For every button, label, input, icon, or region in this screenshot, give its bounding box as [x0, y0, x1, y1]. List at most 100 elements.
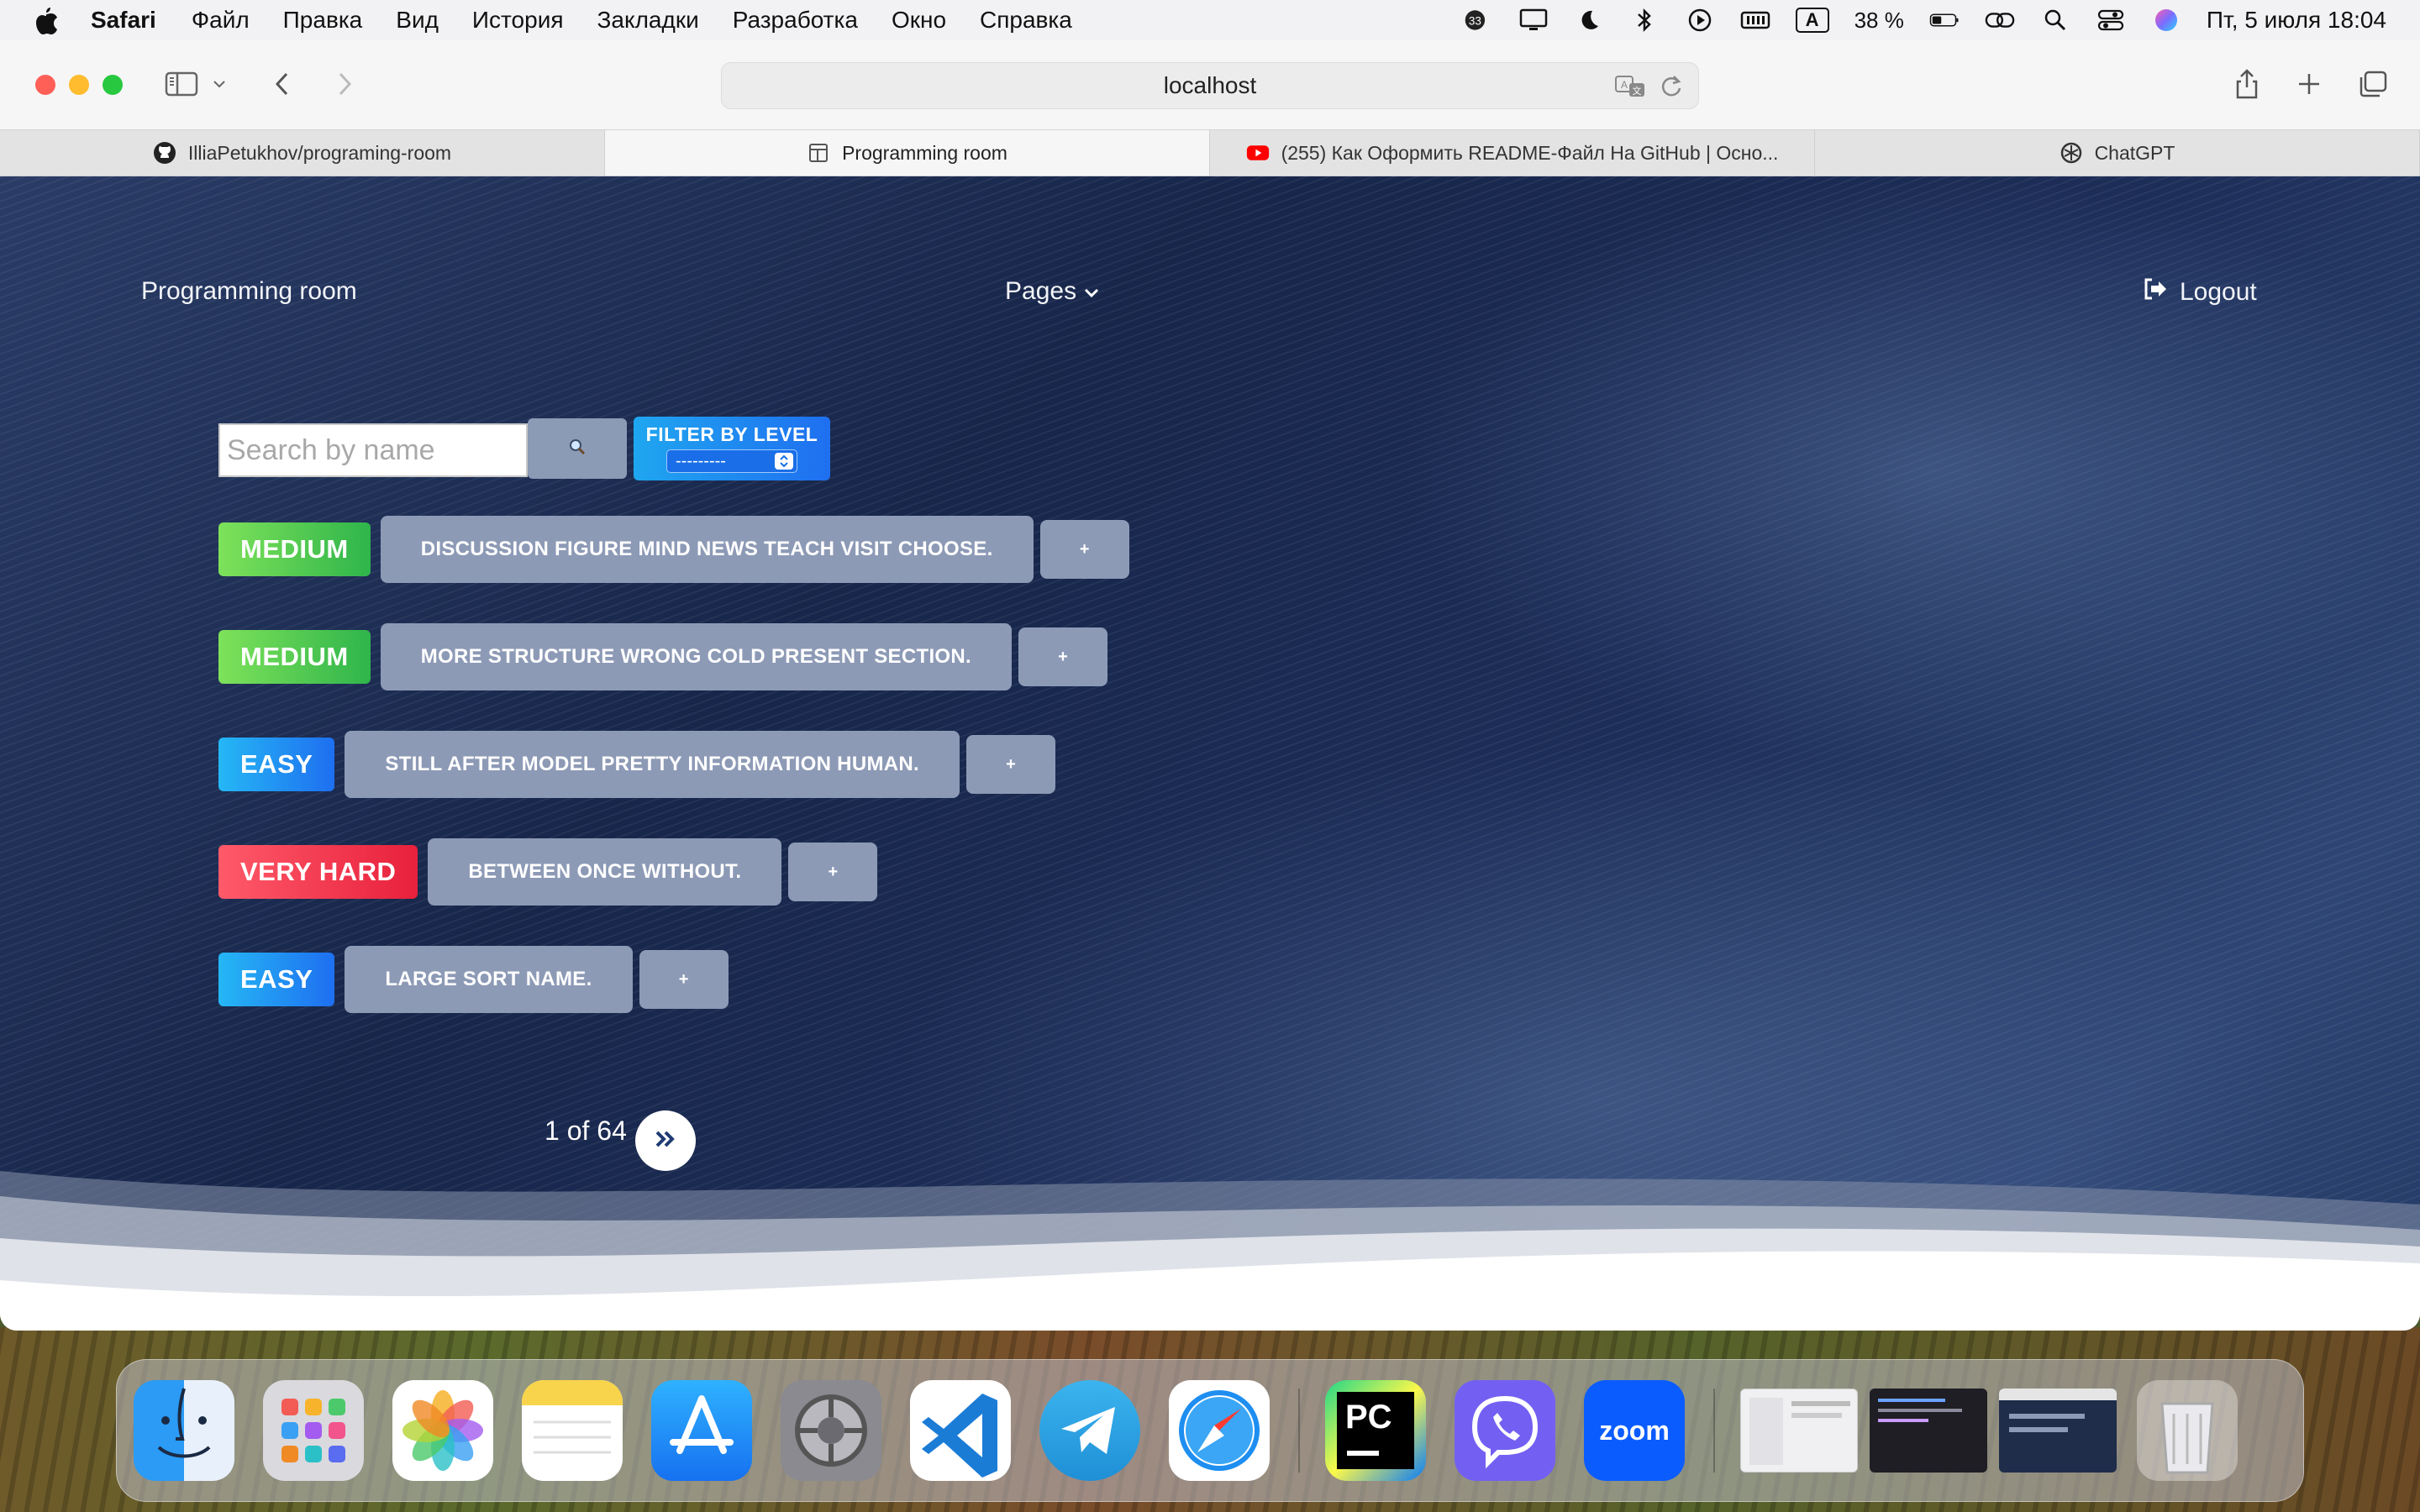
search-button[interactable]: [528, 418, 627, 479]
add-task-button[interactable]: +: [788, 843, 878, 901]
level-badge-easy: EASY: [218, 738, 335, 791]
task-row: MEDIUM MORE STRUCTURE WRONG COLD PRESENT…: [218, 623, 1107, 690]
menu-clock[interactable]: Пт, 5 июля 18:04: [2207, 7, 2386, 34]
menu-app-name[interactable]: Safari: [91, 7, 156, 34]
zoom-window-button[interactable]: [103, 75, 123, 95]
page-icon: [807, 141, 830, 165]
url-text: localhost: [1163, 72, 1257, 98]
task-row: EASY LARGE SORT NAME. +: [218, 946, 729, 1013]
level-badge-easy: EASY: [218, 953, 335, 1006]
task-title-button[interactable]: BETWEEN ONCE WITHOUT.: [428, 838, 782, 906]
dock-separator: [1713, 1389, 1715, 1473]
browser-toolbar: localhost A文: [0, 40, 2420, 129]
address-bar-actions: A文: [1614, 73, 1683, 106]
youtube-icon: [1246, 141, 1270, 165]
tab-youtube[interactable]: (255) Как Оформить README-Файл На GitHub…: [1210, 130, 1815, 176]
menu-history[interactable]: История: [472, 7, 564, 34]
minimized-window-pycharm[interactable]: [1999, 1389, 2117, 1473]
chevron-down-icon: [1083, 277, 1100, 306]
safari-icon[interactable]: [1169, 1380, 1270, 1481]
finder-icon[interactable]: [134, 1380, 234, 1481]
chevron-down-icon[interactable]: [207, 64, 232, 104]
back-button[interactable]: [262, 64, 302, 104]
svg-text:文: 文: [1633, 85, 1642, 97]
task-row: EASY STILL AFTER MODEL PRETTY INFORMATIO…: [218, 731, 1055, 798]
bluetooth-icon[interactable]: [1629, 8, 1660, 33]
now-playing-icon[interactable]: [1685, 8, 1715, 33]
trash-icon[interactable]: [2137, 1380, 2238, 1481]
task-row: MEDIUM DISCUSSION FIGURE MIND NEWS TEACH…: [218, 516, 1129, 583]
minimized-window-settings[interactable]: [1740, 1389, 1858, 1473]
tab-label: (255) Как Оформить README-Файл На GitHub…: [1281, 141, 1779, 164]
translate-icon[interactable]: A文: [1614, 73, 1648, 106]
zoom-icon[interactable]: zoom: [1584, 1380, 1685, 1481]
tab-chatgpt[interactable]: ChatGPT: [1815, 130, 2420, 176]
photos-icon[interactable]: [392, 1380, 493, 1481]
notification-count: 33: [1468, 14, 1481, 27]
pagination-status: 1 of 64: [544, 1116, 627, 1146]
address-bar[interactable]: localhost A文: [721, 62, 1699, 109]
task-title-button[interactable]: STILL AFTER MODEL PRETTY INFORMATION HUM…: [345, 731, 960, 798]
tab-label: ChatGPT: [2094, 141, 2175, 164]
close-window-button[interactable]: [35, 75, 55, 95]
focus-moon-icon[interactable]: [1574, 8, 1604, 33]
reload-icon[interactable]: [1660, 73, 1683, 106]
menu-help[interactable]: Справка: [980, 7, 1072, 34]
next-page-button[interactable]: [635, 1110, 696, 1171]
tab-label: IlliaPetukhov/programing-room: [187, 141, 452, 164]
forward-button[interactable]: [324, 64, 365, 104]
tab-programming-room[interactable]: Programming room: [605, 130, 1210, 176]
new-tab-icon[interactable]: [2289, 64, 2329, 104]
siri-icon[interactable]: [2151, 8, 2181, 33]
battery-icon[interactable]: [1929, 8, 1960, 33]
menu-window[interactable]: Окно: [892, 7, 946, 34]
vscode-icon[interactable]: [910, 1380, 1011, 1481]
memory-icon[interactable]: [1740, 8, 1770, 33]
status-area: 33 A 38 % Пт, 5 июля 18:04: [1463, 7, 2386, 34]
level-select[interactable]: ---------: [666, 449, 797, 473]
telegram-icon[interactable]: [1039, 1380, 1140, 1481]
spotlight-search-icon[interactable]: [2040, 8, 2070, 33]
web-page: Programming room Pages Logout FILTER BY …: [0, 176, 2420, 1331]
system-settings-icon[interactable]: [781, 1380, 881, 1481]
notification-badge-icon[interactable]: 33: [1463, 8, 1493, 33]
keyboard-layout-indicator[interactable]: A: [1795, 8, 1829, 33]
link-icon[interactable]: [1985, 8, 2015, 33]
app-store-icon[interactable]: [651, 1380, 752, 1481]
notes-icon[interactable]: [522, 1380, 623, 1481]
add-task-button[interactable]: +: [1039, 520, 1129, 579]
viber-icon[interactable]: [1455, 1380, 1555, 1481]
sidebar-toggle-icon[interactable]: [161, 64, 202, 104]
launchpad-icon[interactable]: [263, 1380, 364, 1481]
tab-overview-icon[interactable]: [2353, 64, 2393, 104]
nav-brand[interactable]: Programming room: [141, 277, 357, 306]
menu-edit[interactable]: Правка: [283, 7, 363, 34]
search-input[interactable]: [218, 423, 528, 477]
menu-view[interactable]: Вид: [396, 7, 439, 34]
zoom-label: zoom: [1599, 1415, 1670, 1446]
logout-button[interactable]: Logout: [2143, 277, 2257, 307]
menu-file[interactable]: Файл: [192, 7, 250, 34]
nav-pages-dropdown[interactable]: Pages: [1005, 277, 1100, 306]
svg-text:A: A: [1621, 79, 1628, 91]
task-title-button[interactable]: LARGE SORT NAME.: [345, 946, 633, 1013]
control-center-icon[interactable]: [2096, 8, 2126, 33]
display-icon[interactable]: [1518, 8, 1549, 33]
minimized-window-vscode[interactable]: [1870, 1389, 1987, 1473]
task-title-button[interactable]: MORE STRUCTURE WRONG COLD PRESENT SECTIO…: [380, 623, 1012, 690]
dock-separator: [1298, 1389, 1300, 1473]
add-task-button[interactable]: +: [1018, 627, 1107, 686]
level-badge-medium: MEDIUM: [218, 630, 371, 684]
add-task-button[interactable]: +: [965, 735, 1055, 794]
apple-menu-icon[interactable]: [34, 6, 62, 34]
minimize-window-button[interactable]: [69, 75, 89, 95]
menu-bookmarks[interactable]: Закладки: [597, 7, 699, 34]
double-chevron-right-icon: [653, 1129, 678, 1153]
menu-develop[interactable]: Разработка: [733, 7, 858, 34]
add-task-button[interactable]: +: [639, 950, 729, 1009]
share-icon[interactable]: [2227, 64, 2267, 104]
level-select-value: ---------: [676, 451, 726, 470]
pycharm-icon[interactable]: PC: [1325, 1380, 1426, 1481]
task-title-button[interactable]: DISCUSSION FIGURE MIND NEWS TEACH VISIT …: [380, 516, 1034, 583]
tab-github[interactable]: IlliaPetukhov/programing-room: [0, 130, 605, 176]
